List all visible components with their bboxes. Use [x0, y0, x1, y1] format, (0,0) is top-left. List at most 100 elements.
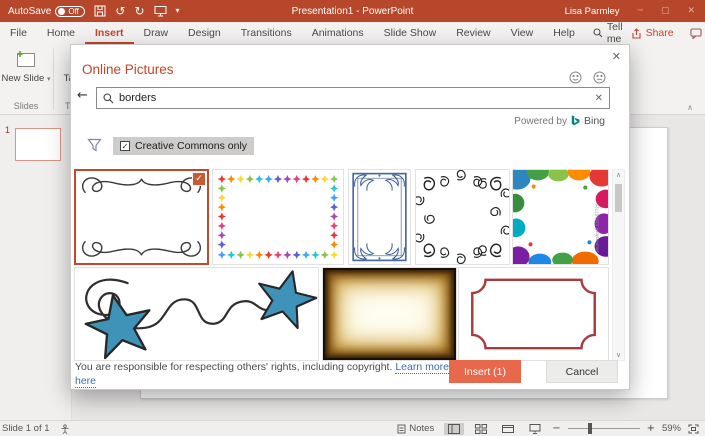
image-result-flourish-border[interactable]: ✓ — [74, 169, 209, 265]
selected-check-badge: ✓ — [192, 172, 206, 186]
red-ticket-frame-image — [459, 268, 608, 360]
learn-more-link[interactable]: Learn more — [395, 361, 449, 374]
accessibility-status-icon[interactable] — [60, 424, 70, 434]
image-result-rainbow-stars-border[interactable] — [212, 169, 344, 265]
share-icon — [631, 28, 642, 39]
zoom-in-icon[interactable]: + — [647, 423, 655, 434]
status-bar: Slide 1 of 1 Notes — [0, 420, 705, 436]
tab-design[interactable]: Design — [178, 22, 231, 44]
feedback-happy-icon[interactable] — [569, 71, 582, 84]
results-scrollbar[interactable]: ∧ ∨ — [612, 169, 625, 361]
image-result-paint-splatter-border[interactable]: shutterstock 115167720 — [512, 169, 609, 265]
learn-more-link-here[interactable]: here — [75, 375, 96, 388]
reading-view-button[interactable] — [498, 423, 518, 435]
share-button[interactable]: Share — [631, 27, 674, 39]
new-slide-label: New Slide — [2, 73, 45, 84]
zoom-out-icon[interactable]: − — [552, 423, 560, 434]
close-dialog-icon[interactable]: ✕ — [612, 50, 621, 63]
burnt-grunge-frame-image — [323, 268, 456, 360]
toggle-knob-icon — [58, 8, 65, 15]
user-name: Lisa Parmley — [565, 6, 620, 17]
image-result-black-swirl-frame[interactable] — [415, 169, 510, 265]
comments-icon[interactable] — [690, 28, 702, 39]
undo-icon[interactable]: ↺ — [115, 5, 125, 17]
customize-quick-access-icon[interactable]: ▾ — [176, 7, 180, 15]
minimize-icon[interactable]: ─ — [638, 6, 643, 16]
bing-logo-icon — [571, 115, 580, 127]
autosave-toggle[interactable]: AutoSave Off — [8, 6, 85, 17]
zoom-level[interactable]: 59% — [662, 423, 681, 434]
tell-me-box[interactable]: Tell me — [585, 21, 631, 45]
tab-transitions[interactable]: Transitions — [231, 22, 302, 44]
tab-animations[interactable]: Animations — [302, 22, 374, 44]
slide-number: 1 — [5, 125, 10, 135]
slide-thumbnail[interactable] — [15, 128, 61, 161]
dialog-title: Online Pictures — [82, 62, 174, 77]
blue-stars-doodle-image — [75, 268, 318, 360]
rainbow-stars-border-image — [213, 170, 343, 264]
feedback-sad-icon[interactable] — [593, 71, 606, 84]
paint-splatter-border-image: shutterstock 115167720 — [513, 170, 608, 264]
zoom-slider-thumb[interactable] — [588, 423, 592, 434]
autosave-state: Off — [68, 7, 79, 16]
close-window-icon[interactable]: ✕ — [687, 6, 695, 16]
autosave-switch[interactable]: Off — [55, 6, 85, 17]
creative-commons-filter[interactable]: ✓ Creative Commons only — [113, 137, 254, 155]
autosave-label: AutoSave — [8, 6, 51, 17]
bing-label: Bing — [584, 115, 605, 127]
back-icon[interactable]: ← — [77, 89, 88, 102]
clear-search-icon[interactable]: ✕ — [595, 93, 603, 104]
search-input[interactable] — [119, 92, 590, 104]
share-label: Share — [646, 27, 674, 39]
zoom-slider[interactable] — [568, 428, 640, 429]
image-result-blue-ornate-frame[interactable] — [348, 169, 411, 265]
powered-by-bing: Powered by Bing — [514, 115, 605, 127]
creative-commons-label: Creative Commons only — [135, 140, 247, 152]
tab-insert[interactable]: Insert — [85, 22, 134, 44]
scrollbar-thumb[interactable] — [615, 184, 622, 212]
disclaimer-text: You are responsible for respecting other… — [75, 361, 392, 373]
tab-help[interactable]: Help — [543, 22, 585, 44]
redo-icon[interactable]: ↻ — [134, 5, 144, 17]
filter-icon[interactable] — [87, 138, 102, 152]
slides-group: New Slide ▾ Slides — [0, 44, 52, 114]
save-icon[interactable] — [94, 5, 106, 17]
title-bar: AutoSave Off ↺ ↻ ▾ Presentation1 - Power… — [0, 0, 705, 22]
cancel-button[interactable]: Cancel — [546, 360, 618, 383]
blue-ornate-frame-image — [349, 170, 410, 264]
image-result-red-ticket-frame[interactable] — [458, 267, 609, 361]
search-bar[interactable]: ✕ — [96, 87, 610, 109]
online-pictures-dialog: ✕ Online Pictures ← ✕ Powered by Bing — [70, 44, 630, 390]
checkbox-checked-icon[interactable]: ✓ — [120, 141, 130, 151]
collapse-ribbon-icon[interactable]: ∧ — [687, 103, 693, 112]
start-presentation-icon[interactable] — [154, 5, 167, 17]
slide-sorter-view-button[interactable] — [471, 423, 491, 435]
slide-thumbnail-panel: 1 — [0, 115, 72, 420]
image-result-blue-stars-doodle[interactable] — [74, 267, 319, 361]
insert-button[interactable]: Insert (1) — [449, 360, 521, 383]
scroll-down-icon[interactable]: ∨ — [613, 351, 624, 359]
image-result-burnt-grunge-frame[interactable] — [322, 267, 457, 361]
powered-by-label: Powered by — [514, 116, 567, 127]
maximize-icon[interactable]: ▢ — [661, 6, 670, 16]
slide-show-button[interactable] — [525, 423, 545, 435]
notes-label: Notes — [409, 423, 434, 434]
tab-file[interactable]: File — [0, 22, 37, 44]
normal-view-button[interactable] — [444, 423, 464, 435]
watermark-text: shutterstock 115167720 — [595, 203, 600, 252]
slide-indicator: Slide 1 of 1 — [2, 423, 50, 434]
tab-view[interactable]: View — [501, 22, 544, 44]
notes-button[interactable]: Notes — [394, 422, 437, 435]
fit-to-window-icon[interactable] — [688, 424, 699, 434]
quick-access-toolbar: AutoSave Off ↺ ↻ ▾ — [0, 5, 180, 17]
flourish-border-image — [76, 171, 207, 263]
copyright-disclaimer: You are responsible for respecting other… — [75, 361, 467, 388]
new-slide-button[interactable]: New Slide ▾ — [0, 44, 52, 84]
tab-draw[interactable]: Draw — [134, 22, 179, 44]
tab-slide-show[interactable]: Slide Show — [374, 22, 447, 44]
ribbon-tab-bar: File Home Insert Draw Design Transitions… — [0, 22, 705, 44]
black-swirl-frame-image — [416, 170, 509, 264]
scroll-up-icon[interactable]: ∧ — [613, 171, 624, 179]
tab-home[interactable]: Home — [37, 22, 85, 44]
tab-review[interactable]: Review — [446, 22, 500, 44]
